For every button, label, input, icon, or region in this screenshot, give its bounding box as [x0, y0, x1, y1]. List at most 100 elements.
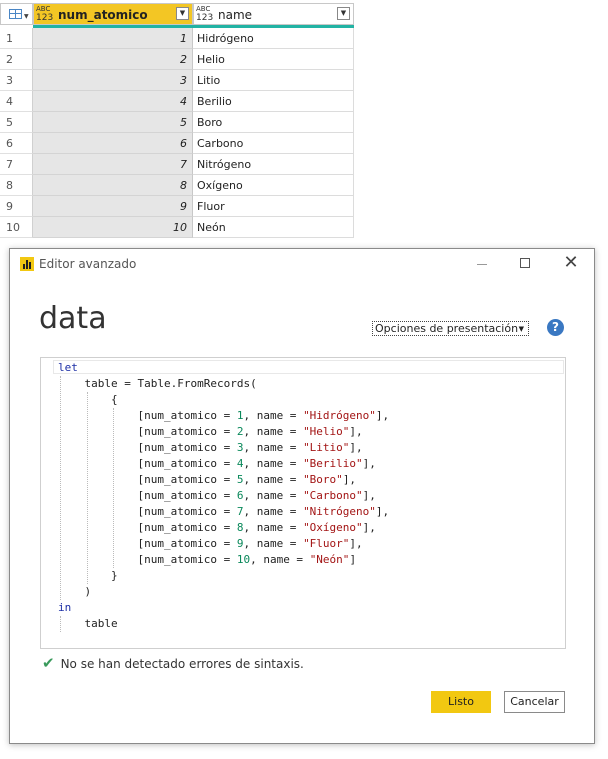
code-token: "Boro" — [303, 473, 343, 486]
table-row[interactable]: 4 4 Berilio — [0, 91, 355, 112]
code-token: [num_atomico = — [137, 441, 237, 454]
status-text: No se han detectado errores de sintaxis. — [60, 657, 304, 671]
cell-num-atomico[interactable]: 4 — [33, 91, 193, 112]
done-button[interactable]: Listo — [431, 691, 491, 713]
code-token: [num_atomico = — [137, 409, 237, 422]
any-type-icon[interactable]: ABC 123 — [196, 5, 213, 23]
row-index[interactable]: 10 — [0, 217, 33, 238]
table-row[interactable]: 5 5 Boro — [0, 112, 355, 133]
power-bi-logo-icon — [20, 257, 34, 271]
code-token: [num_atomico = — [137, 553, 237, 566]
maximize-icon — [520, 258, 530, 268]
minimize-icon — [477, 264, 487, 265]
table-row[interactable]: 2 2 Helio — [0, 49, 355, 70]
close-icon: ✕ — [563, 252, 579, 273]
caret-down-icon: ▼ — [24, 13, 29, 20]
cell-name[interactable]: Neón — [193, 217, 354, 238]
code-token: ], — [375, 409, 390, 422]
cell-num-atomico[interactable]: 9 — [33, 196, 193, 217]
code-token: ], — [362, 457, 376, 470]
cell-name[interactable]: Oxígeno — [193, 175, 354, 196]
filter-dropdown-button[interactable]: ▼ — [337, 7, 350, 20]
code-token: , name = — [243, 505, 304, 518]
code-token: ], — [342, 473, 357, 486]
cell-num-atomico[interactable]: 7 — [33, 154, 193, 175]
code-token: ], — [349, 537, 363, 550]
code-token: table = Table.FromRecords( — [84, 377, 257, 390]
table-row[interactable]: 8 8 Oxígeno — [0, 175, 355, 196]
column-name: num_atomico — [58, 8, 148, 22]
code-token: , name = — [243, 489, 304, 502]
column-header-num-atomico[interactable]: ABC 123 num_atomico ▼ — [33, 3, 193, 25]
code-token: let — [58, 361, 78, 374]
cell-num-atomico[interactable]: 6 — [33, 133, 193, 154]
row-index[interactable]: 4 — [0, 91, 33, 112]
syntax-status: ✔ No se han detectado errores de sintaxis… — [42, 654, 304, 672]
code-text[interactable]: let table = Table.FromRecords( { [num_at… — [58, 360, 389, 632]
table-row[interactable]: 6 6 Carbono — [0, 133, 355, 154]
code-token: "Carbono" — [303, 489, 363, 502]
code-token: { — [110, 393, 118, 406]
code-token: "Litio" — [303, 441, 350, 454]
any-type-icon[interactable]: ABC 123 — [36, 5, 53, 23]
cell-name[interactable]: Litio — [193, 70, 354, 91]
grid-header: ▼ ABC 123 num_atomico ▼ ABC 123 name ▼ — [0, 0, 355, 29]
column-header-name[interactable]: ABC 123 name ▼ — [193, 3, 354, 25]
cell-num-atomico[interactable]: 2 — [33, 49, 193, 70]
table-icon — [9, 9, 22, 19]
code-token: ], — [362, 489, 376, 502]
chevron-down-icon: ▼ — [518, 325, 524, 333]
code-token: "Fluor" — [303, 537, 350, 550]
code-token: [num_atomico = — [137, 425, 237, 438]
code-token: table — [84, 617, 118, 630]
cell-num-atomico[interactable]: 10 — [33, 217, 193, 238]
code-token: [num_atomico = — [137, 505, 237, 518]
cell-name[interactable]: Nitrógeno — [193, 154, 354, 175]
row-index[interactable]: 8 — [0, 175, 33, 196]
code-token: , name = — [243, 521, 304, 534]
cell-num-atomico[interactable]: 3 — [33, 70, 193, 91]
cell-num-atomico[interactable]: 1 — [33, 28, 193, 49]
cell-name[interactable]: Fluor — [193, 196, 354, 217]
code-token: , name = — [243, 537, 304, 550]
cell-name[interactable]: Carbono — [193, 133, 354, 154]
cancel-button[interactable]: Cancelar — [504, 691, 565, 713]
close-button[interactable]: ✕ — [557, 253, 585, 275]
code-token: ], — [375, 505, 390, 518]
code-token: ] — [349, 553, 357, 566]
code-token: ) — [84, 585, 92, 598]
code-token: , name = — [243, 409, 304, 422]
cell-name[interactable]: Hidrógeno — [193, 28, 354, 49]
table-menu-button[interactable]: ▼ — [0, 3, 33, 25]
table-row[interactable]: 1 1 Hidrógeno — [0, 28, 355, 49]
cell-name[interactable]: Boro — [193, 112, 354, 133]
row-index[interactable]: 9 — [0, 196, 33, 217]
advanced-editor-dialog: Editor avanzado ✕ data Opciones de prese… — [9, 248, 595, 744]
help-icon[interactable]: ? — [547, 319, 564, 336]
filter-dropdown-button[interactable]: ▼ — [176, 7, 189, 20]
row-index[interactable]: 6 — [0, 133, 33, 154]
cell-num-atomico[interactable]: 5 — [33, 112, 193, 133]
maximize-button[interactable] — [511, 253, 539, 275]
code-token: , name = — [250, 553, 310, 566]
cell-name[interactable]: Helio — [193, 49, 354, 70]
row-index[interactable]: 3 — [0, 70, 33, 91]
code-token: "Nitrógeno" — [303, 505, 376, 518]
table-row[interactable]: 10 10 Neón — [0, 217, 355, 238]
row-index[interactable]: 2 — [0, 49, 33, 70]
display-options-dropdown[interactable]: Opciones de presentación ▼ — [372, 321, 529, 336]
row-index[interactable]: 7 — [0, 154, 33, 175]
code-token: [num_atomico = — [137, 537, 237, 550]
code-token: , name = — [243, 457, 304, 470]
minimize-button[interactable] — [468, 253, 496, 275]
row-index[interactable]: 1 — [0, 28, 33, 49]
column-name: name — [218, 8, 253, 22]
cell-num-atomico[interactable]: 8 — [33, 175, 193, 196]
cell-name[interactable]: Berilio — [193, 91, 354, 112]
table-row[interactable]: 3 3 Litio — [0, 70, 355, 91]
row-index[interactable]: 5 — [0, 112, 33, 133]
code-editor[interactable]: let table = Table.FromRecords( { [num_at… — [40, 357, 566, 649]
table-row[interactable]: 9 9 Fluor — [0, 196, 355, 217]
table-row[interactable]: 7 7 Nitrógeno — [0, 154, 355, 175]
code-token: } — [110, 569, 118, 582]
